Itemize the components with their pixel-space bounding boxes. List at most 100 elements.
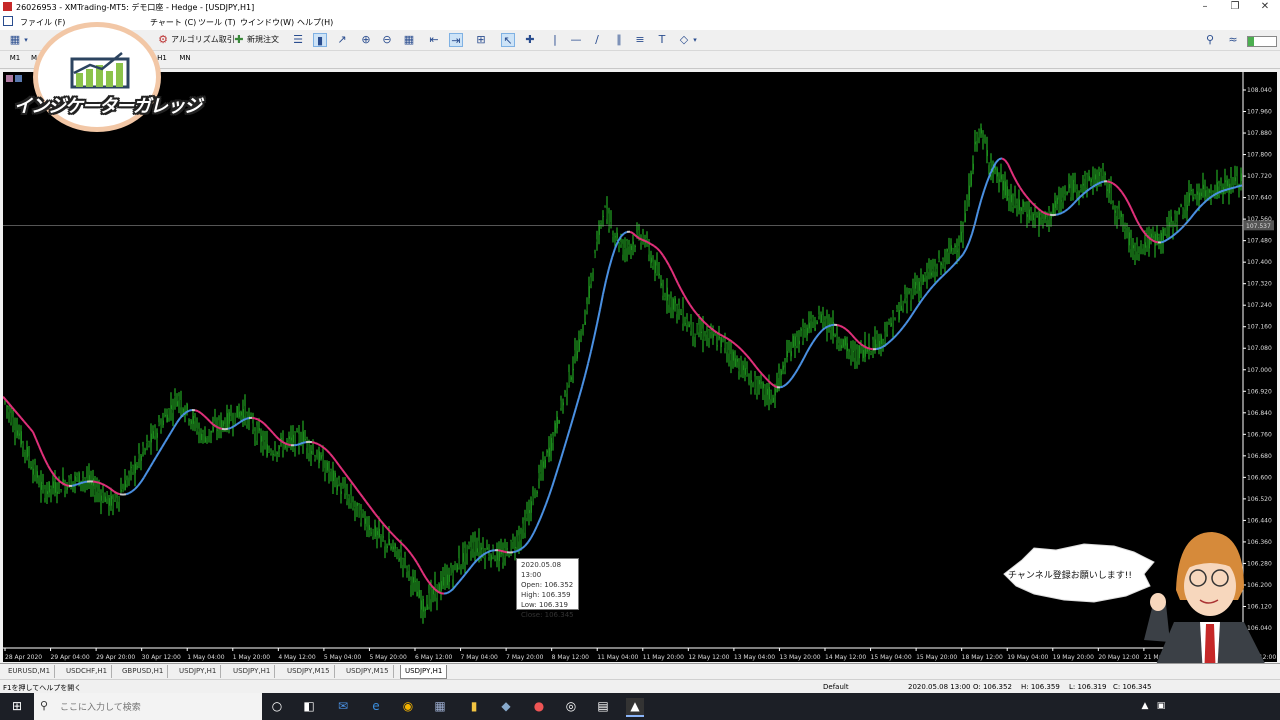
moving-average-segment	[284, 442, 289, 446]
candle-body	[942, 259, 944, 265]
line-chart-icon[interactable]: ↗	[335, 33, 349, 47]
tab-chart-6[interactable]: USDJPY,M15	[283, 665, 335, 678]
timeframe-m1[interactable]: M1	[5, 54, 25, 62]
search-input[interactable]	[58, 699, 258, 716]
windows-start-icon[interactable]: ⊞	[8, 698, 26, 715]
menu-window[interactable]: ウインドウ(W)	[240, 17, 294, 28]
network-icon[interactable]: ▣	[1152, 698, 1170, 715]
obs-icon[interactable]: ◎	[562, 698, 580, 715]
menu-tools[interactable]: ツール (T)	[198, 17, 236, 28]
price-tick-label: 106.920	[1247, 388, 1272, 395]
candle-body	[966, 199, 968, 210]
mail-icon[interactable]: ✉	[334, 698, 352, 715]
tab-chart-2[interactable]: USDCHF,H1	[62, 665, 113, 678]
tab-chart-7[interactable]: USDJPY,M15	[342, 665, 394, 678]
moving-average-segment	[512, 550, 517, 554]
moving-average-segment	[587, 350, 592, 364]
vertical-line-icon[interactable]: |	[548, 33, 562, 47]
bar-chart-icon[interactable]: ☰	[291, 33, 305, 47]
minimize-icon[interactable]: –	[1190, 0, 1220, 14]
algo-trading-button[interactable]: アルゴリズム取引	[171, 32, 235, 48]
candle-body	[124, 480, 126, 491]
candle-body	[356, 502, 358, 506]
video-editor-icon[interactable]: ▤	[594, 698, 612, 715]
price-tick-label: 106.440	[1247, 517, 1272, 524]
crosshair-icon[interactable]: ✚	[523, 33, 537, 47]
price-tick-label: 107.320	[1247, 281, 1272, 288]
horizontal-line-icon[interactable]: —	[569, 33, 583, 47]
candle-body	[1032, 214, 1034, 220]
price-tick-label: 107.960	[1247, 109, 1272, 116]
candle-body	[588, 286, 590, 299]
zoom-out-icon[interactable]: ⊖	[380, 33, 394, 47]
candlestick-icon[interactable]: ▮	[313, 33, 327, 47]
shapes-icon[interactable]: ◇	[677, 33, 691, 47]
task-view-icon[interactable]: ◧	[300, 698, 318, 715]
indicators-icon[interactable]: ⊞	[474, 33, 488, 47]
candle-body	[902, 301, 904, 309]
algo-trading-icon[interactable]: ⚙	[156, 33, 170, 47]
moving-average-segment	[11, 406, 16, 412]
candle-body	[1016, 203, 1018, 205]
chevron-down-icon[interactable]: ▾	[691, 33, 699, 47]
candle-body	[440, 581, 442, 591]
zoom-in-icon[interactable]: ⊕	[359, 33, 373, 47]
text-tool-icon[interactable]: T	[655, 33, 669, 47]
candle-body	[208, 429, 210, 436]
candle-body	[1030, 210, 1032, 216]
moving-average-segment	[797, 363, 802, 370]
trend-line-icon[interactable]: ∕	[590, 33, 604, 47]
timeframe-mn[interactable]: MN	[175, 54, 195, 62]
fibonacci-icon[interactable]: ≡	[633, 33, 647, 47]
candle-body	[1226, 180, 1228, 187]
app-icon-2[interactable]: ●	[530, 698, 548, 715]
menu-help[interactable]: ヘルプ(H)	[297, 17, 333, 28]
new-order-icon[interactable]: ✚	[232, 33, 246, 47]
candle-body	[1236, 176, 1238, 186]
restore-icon[interactable]: ❐	[1220, 0, 1250, 14]
tab-chart-4[interactable]: USDJPY,H1	[175, 665, 222, 678]
tab-chart-1[interactable]: EURUSD,M1	[4, 665, 56, 678]
candle-body	[596, 239, 598, 242]
tab-chart-5[interactable]: USDJPY,H1	[229, 665, 276, 678]
taskbar-search[interactable]: ⚲	[34, 693, 262, 720]
candle-body	[1080, 188, 1082, 190]
channel-icon[interactable]: ∥	[612, 33, 626, 47]
tab-chart-3[interactable]: GBPUSD,H1	[118, 665, 169, 678]
candle-body	[1120, 212, 1122, 217]
tab-chart-8[interactable]: USDJPY,H1	[400, 665, 448, 679]
candle-body	[340, 491, 342, 494]
moving-average-segment	[83, 480, 88, 484]
autoscroll-icon[interactable]: ⇥	[449, 33, 463, 47]
candle-body	[412, 577, 414, 583]
store-icon[interactable]: ▦	[431, 698, 449, 715]
moving-average-segment	[128, 490, 133, 495]
candle-body	[1072, 179, 1074, 194]
search-icon[interactable]: ⚲	[1203, 33, 1217, 47]
candle-body	[426, 604, 428, 610]
file-explorer-icon[interactable]: ▮	[465, 698, 483, 715]
mt5-taskbar-icon[interactable]: ▲	[626, 698, 644, 717]
cortana-icon[interactable]: ○	[268, 698, 286, 715]
new-chart-icon[interactable]: ▦	[8, 33, 22, 47]
cursor-icon[interactable]: ↖	[501, 33, 515, 47]
moving-average-segment	[581, 375, 586, 388]
moving-average-segment	[194, 409, 199, 413]
candle-body	[1108, 184, 1110, 194]
moving-average-segment	[995, 158, 1000, 164]
app-icon-1[interactable]: ◆	[497, 698, 515, 715]
close-icon[interactable]: ✕	[1250, 0, 1280, 14]
edge-browser-icon[interactable]: e	[367, 698, 385, 715]
candle-body	[962, 232, 964, 241]
chrome-icon[interactable]: ◉	[399, 698, 417, 715]
chevron-down-icon[interactable]: ▾	[22, 33, 30, 47]
chart-shift-icon[interactable]: ⇤	[427, 33, 441, 47]
new-order-button[interactable]: 新規注文	[247, 32, 279, 48]
tile-windows-icon[interactable]: ▦	[402, 33, 416, 47]
moving-average-segment	[1163, 238, 1168, 243]
moving-average-segment	[197, 410, 202, 414]
moving-average-segment	[101, 482, 106, 487]
menu-chart[interactable]: チャート (C)	[150, 17, 196, 28]
price-tick-label: 107.400	[1247, 259, 1272, 266]
candle-body	[374, 525, 376, 537]
